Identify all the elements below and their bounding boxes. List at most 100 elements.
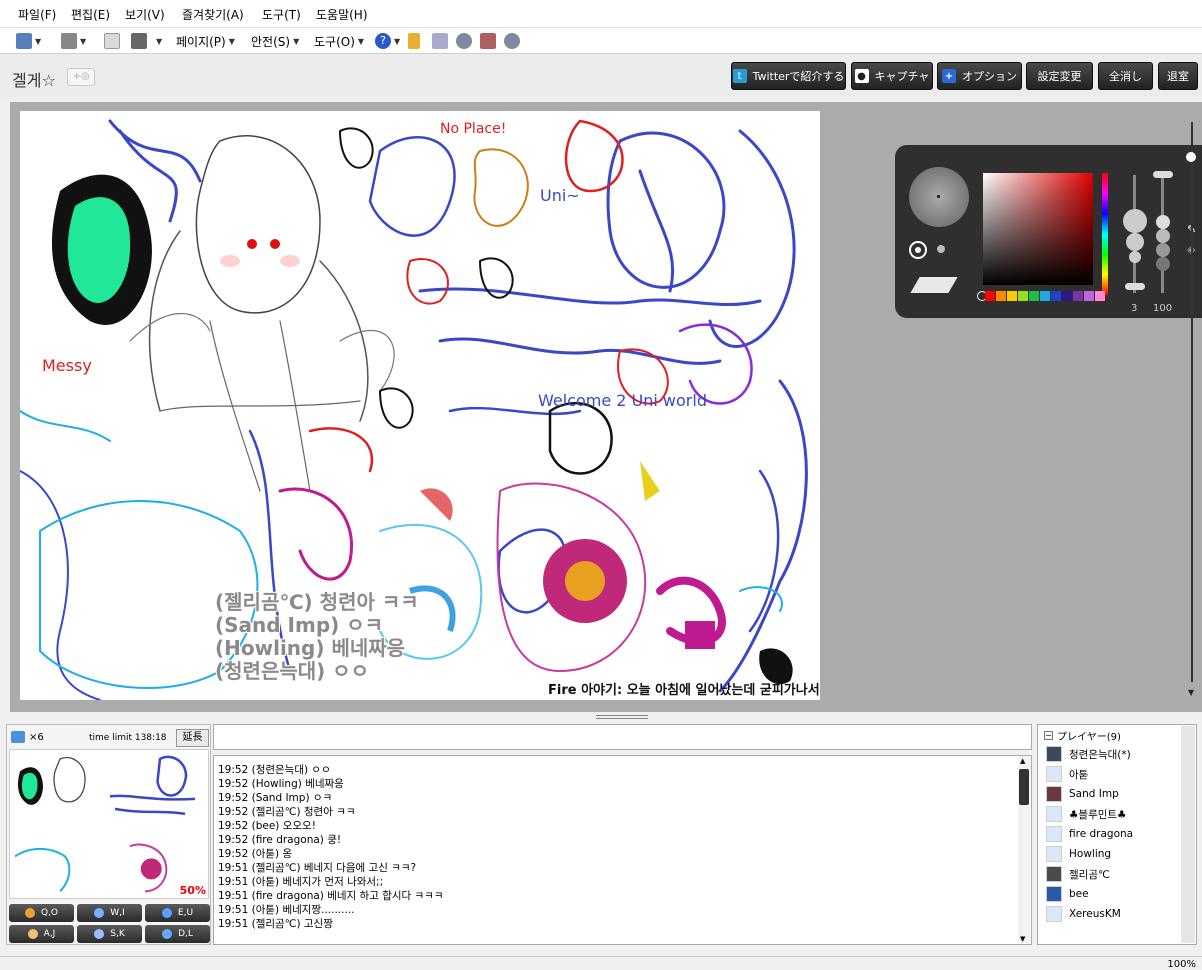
scroll-down-icon[interactable]: ▼: [1188, 688, 1194, 697]
color-swatch[interactable]: [1051, 291, 1061, 301]
chat-input[interactable]: [213, 724, 1032, 750]
color-swatch[interactable]: [996, 291, 1006, 301]
player-row[interactable]: fire dragona: [1046, 825, 1133, 843]
color-swatch[interactable]: [1040, 291, 1050, 301]
twitter-share-button[interactable]: t Twitterで紹介する: [731, 62, 846, 90]
tool-button[interactable]: W,I: [77, 904, 142, 922]
menu-tools[interactable]: 도구(T): [262, 6, 301, 23]
settings-button[interactable]: 設定変更: [1026, 62, 1093, 90]
player-row[interactable]: XereusKM: [1046, 905, 1121, 923]
menu-favorites[interactable]: 즐겨찾기(A): [182, 6, 244, 23]
panel-splitter[interactable]: [0, 712, 1202, 722]
addon-button-1[interactable]: [456, 32, 472, 50]
player-name: Sand Imp: [1069, 788, 1119, 800]
chat-scrollbar[interactable]: ▲ ▼: [1018, 757, 1030, 943]
canvas-zoom-slider[interactable]: ▼: [1186, 112, 1198, 702]
tool-button[interactable]: D,L: [145, 925, 210, 943]
page-menu[interactable]: 페이지(P) ▼: [176, 32, 235, 50]
menu-edit[interactable]: 편집(E): [71, 6, 110, 23]
canvas-workspace: Messy Welcome 2 Uni world No Place! Uni~…: [10, 102, 1202, 712]
extend-button[interactable]: 延長: [176, 729, 209, 747]
scroll-down-icon[interactable]: ▼: [1020, 935, 1025, 943]
player-row[interactable]: Howling: [1046, 845, 1111, 863]
chat-line: 19:52 (bee) 오오오!: [218, 820, 316, 832]
opacity-slider-knob[interactable]: [1153, 171, 1173, 178]
tools-menu[interactable]: 도구(O) ▼: [314, 32, 364, 50]
thumbnail-doodles: [14, 755, 196, 893]
exit-room-button[interactable]: 退室: [1158, 62, 1198, 90]
scroll-up-icon[interactable]: ▲: [1020, 757, 1025, 765]
clear-all-button[interactable]: 全消し: [1098, 62, 1153, 90]
small-brush-icon[interactable]: [937, 245, 945, 253]
page-menu-label: 페이지(P): [176, 34, 226, 49]
player-row[interactable]: ♣블루민트♣: [1046, 805, 1126, 823]
color-palette-panel: 3 100 ✎ ◈: [895, 145, 1202, 318]
chat-line: 19:51 (아툳) 베네지가 먼저 나와서;;: [218, 876, 384, 888]
player-row[interactable]: 청련은늑대(*): [1046, 745, 1131, 763]
tool-shortcut-label: A,J: [43, 929, 56, 939]
player-row[interactable]: 아툳: [1046, 765, 1088, 783]
hue-slider[interactable]: [1102, 173, 1108, 295]
player-row[interactable]: 젤리곰℃: [1046, 865, 1110, 883]
feeds-button[interactable]: ▼: [61, 32, 86, 50]
home-button[interactable]: ▼: [16, 32, 41, 50]
addon-button-2[interactable]: [480, 32, 496, 50]
size-slider-knob[interactable]: [1125, 283, 1145, 290]
color-swatch[interactable]: [1084, 291, 1094, 301]
splitter-grip[interactable]: [596, 715, 648, 719]
option-label: オプション: [962, 70, 1017, 83]
zoom-knob[interactable]: [1186, 152, 1196, 162]
tool-button[interactable]: A,J: [9, 925, 74, 943]
tool-button[interactable]: S,K: [77, 925, 142, 943]
canvas-handwritten-text: Fire 아야기: 오늘 아침에 일어났는데 굳피가나서: [548, 683, 820, 698]
gear-icon: [504, 33, 520, 49]
player-row[interactable]: bee: [1046, 885, 1089, 903]
color-swatch[interactable]: [1095, 291, 1105, 301]
player-row[interactable]: Sand Imp: [1046, 785, 1119, 803]
room-plus-button[interactable]: +◎: [67, 68, 95, 86]
pen-mode-radio[interactable]: [909, 241, 927, 259]
chat-log: 19:52 (청련은늑대) ㅇㅇ 19:52 (Howling) 베네짜응 19:5…: [213, 755, 1032, 945]
tool-button[interactable]: Q,O: [9, 904, 74, 922]
color-swatch[interactable]: [1007, 291, 1017, 301]
browser-menu-bar: 파일(F) 편집(E) 보기(V) 즐겨찾기(A) 도구(T) 도움말(H): [0, 0, 1202, 28]
print-button[interactable]: ▼: [131, 32, 162, 50]
player-list-header[interactable]: − プレイヤー(9): [1044, 728, 1121, 743]
help-button[interactable]: ? ▼: [375, 32, 400, 50]
research-icon: [408, 33, 420, 49]
addon-button-3[interactable]: [504, 32, 520, 50]
canvas-thumbnail[interactable]: 50%: [9, 749, 209, 899]
color-swatch[interactable]: [1029, 291, 1039, 301]
tool-button[interactable]: E,U: [145, 904, 210, 922]
collapse-icon[interactable]: −: [1044, 731, 1053, 740]
avatar: [1046, 766, 1062, 782]
capture-button[interactable]: ● キャプチャ: [851, 62, 933, 90]
calc-button[interactable]: [432, 32, 448, 50]
color-swatch[interactable]: [985, 291, 995, 301]
drawing-canvas[interactable]: Messy Welcome 2 Uni world No Place! Uni~…: [20, 111, 820, 700]
tool-shortcut-label: Q,O: [40, 908, 59, 918]
saturation-value-picker[interactable]: [983, 173, 1093, 285]
color-swatch[interactable]: [1062, 291, 1072, 301]
mail-button[interactable]: [104, 32, 120, 50]
chat-scroll-thumb[interactable]: [1019, 769, 1029, 805]
brush-size-value: 3: [1131, 303, 1138, 314]
size-preview-small: [1129, 251, 1141, 263]
safety-menu[interactable]: 안전(S) ▼: [251, 32, 299, 50]
clear-all-label: 全消し: [1109, 70, 1142, 83]
research-button[interactable]: [408, 32, 420, 50]
tool-shortcut-label: S,K: [110, 929, 125, 939]
tool-shortcut-label: E,U: [177, 908, 194, 918]
zoom-level[interactable]: 100%: [1167, 959, 1196, 970]
menu-view[interactable]: 보기(V): [125, 6, 165, 23]
layer-icon[interactable]: [910, 277, 958, 293]
color-swatch[interactable]: [1073, 291, 1083, 301]
color-swatch[interactable]: [1018, 291, 1028, 301]
player-list-scrollbar[interactable]: [1181, 726, 1195, 943]
menu-help[interactable]: 도움말(H): [316, 6, 368, 23]
option-button[interactable]: + オプション: [937, 62, 1022, 90]
room-header: 겔게☆ +◎ t Twitterで紹介する ● キャプチャ + オプション 設定…: [0, 54, 1202, 100]
browser-command-bar: ▼ ▼ ▼ 페이지(P) ▼ 안전(S) ▼ 도구(O) ▼ ? ▼: [0, 28, 1202, 54]
menu-file[interactable]: 파일(F): [18, 6, 56, 23]
capture-label: キャプチャ: [874, 70, 930, 83]
